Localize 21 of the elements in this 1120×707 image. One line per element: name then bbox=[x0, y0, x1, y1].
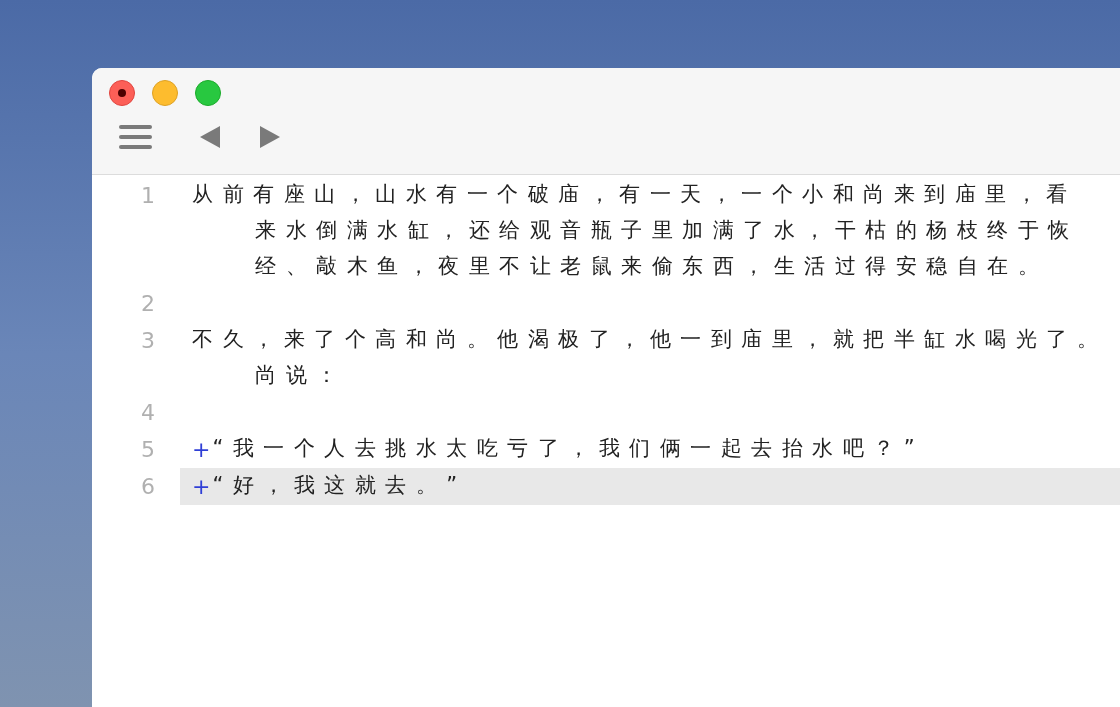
line-number: 1 bbox=[140, 182, 155, 210]
line-text: “我一个人去挑水太吃亏了，我们俩一起去抬水吧？” bbox=[212, 435, 925, 463]
back-icon[interactable] bbox=[200, 126, 220, 148]
minimize-button[interactable] bbox=[152, 80, 178, 106]
line-number: 2 bbox=[140, 290, 155, 318]
line-text: 从前有座山，山水有一个破庙，有一天，一个小和尚来到庙里，看 bbox=[192, 181, 1077, 209]
added-marker: + bbox=[192, 472, 211, 501]
maximize-button[interactable] bbox=[195, 80, 221, 106]
line-number: 3 bbox=[140, 327, 155, 355]
line-text: 不久，来了个高和尚。他渴极了，他一到庙里，就把半缸水喝光了。 bbox=[192, 326, 1107, 354]
menu-icon[interactable] bbox=[119, 124, 152, 150]
close-button[interactable] bbox=[109, 80, 135, 106]
line-number: 5 bbox=[140, 436, 155, 464]
added-marker: + bbox=[192, 435, 211, 464]
line-number: 4 bbox=[140, 399, 155, 427]
line-number: 6 bbox=[140, 473, 155, 501]
line-text: 经、敲木鱼，夜里不让老鼠来偷东西，生活过得安稳自在。 bbox=[255, 253, 1048, 281]
forward-icon[interactable] bbox=[260, 126, 280, 148]
line-text: “好，我这就去。” bbox=[212, 472, 467, 500]
line-text: 尚说： bbox=[255, 362, 347, 390]
line-text: 来水倒满水缸，还给观音瓶子里加满了水，干枯的杨枝终于恢 bbox=[255, 217, 1079, 245]
